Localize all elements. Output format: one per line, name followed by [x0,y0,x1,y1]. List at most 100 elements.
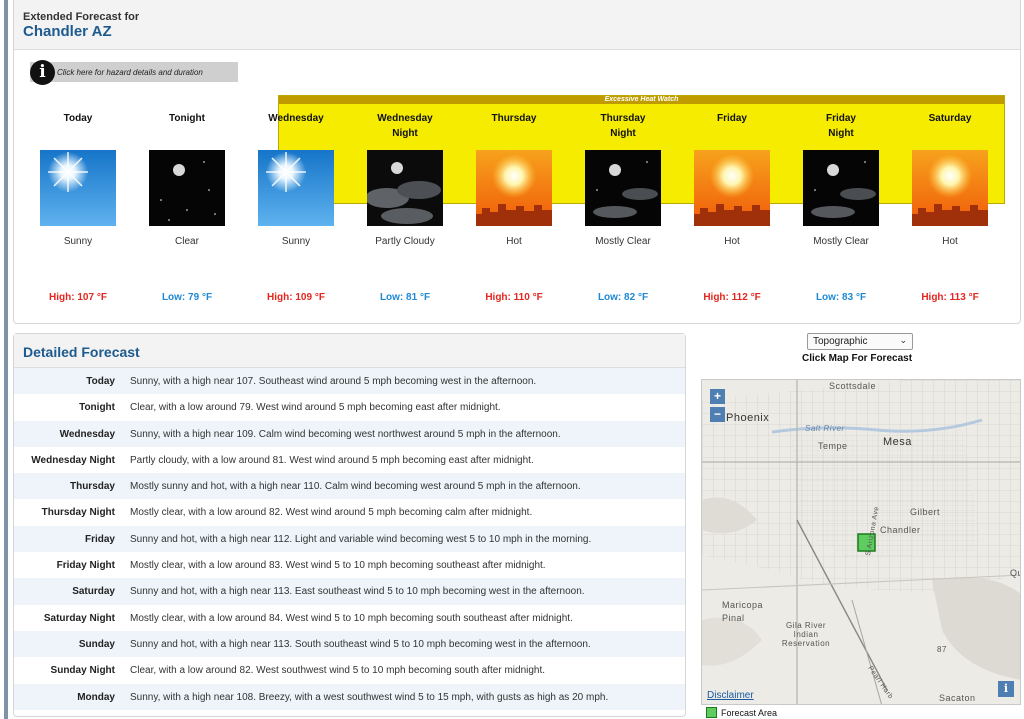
forecast-period: Saturday Hot High: 113 °F [900,0,1000,320]
hot-icon[interactable] [476,150,552,226]
forecast-period: Friday Night Mostly Clear Low: 83 °F [791,0,891,320]
detailed-forecast-row: Monday Sunny, with a high near 108. Breez… [14,683,685,710]
left-page-border [4,0,8,719]
forecast-period: Wednesday Sunny High: 109 °F [246,0,346,320]
forecast-area-legend-label: Forecast Area [721,708,778,718]
row-period-label: Wednesday [59,428,115,440]
period-short-forecast: Mostly Clear [813,236,869,247]
map-hint: Click Map For Forecast [802,353,913,364]
zoom-in-button[interactable]: + [710,389,725,404]
zoom-out-button[interactable]: − [710,407,725,422]
high-temperature: High: 109 °F [267,292,325,303]
map-label-tempe: Tempe [818,441,848,451]
detailed-forecast-title: Detailed Forecast [23,344,140,360]
map-label-mesa: Mesa [883,436,912,448]
high-temperature: High: 110 °F [485,292,543,303]
detailed-forecast-row: Today Sunny, with a high near 107. Southe… [14,368,685,395]
row-forecast-text: Sunny, with a high near 109. Calm wind b… [130,428,561,440]
high-temperature: High: 113 °F [921,292,979,303]
map-label-edge: Qu [1010,568,1020,578]
partly-cloudy-night-icon[interactable] [367,150,443,226]
forecast-period: Thursday Night Mostly Clear Low: 82 °F [573,0,673,320]
low-temperature: Low: 83 °F [815,292,867,303]
high-temperature: High: 107 °F [49,292,107,303]
detailed-forecast-panel: Detailed Forecast Today Sunny, with a hig… [13,333,686,717]
row-period-label: Friday [84,533,115,545]
detailed-forecast-header: Detailed Forecast [14,334,685,368]
disclaimer-link[interactable]: Disclaimer [707,690,754,701]
low-temperature: Low: 82 °F [597,292,649,303]
row-period-label: Wednesday Night [31,454,115,466]
period-short-forecast: Sunny [63,236,93,247]
map-label-pinal: Pinal [722,613,745,623]
mostly-clear-night-icon[interactable] [585,150,661,226]
detailed-forecast-row: Friday Night Mostly clear, with a low aro… [14,552,685,578]
row-period-label: Sunday Night [50,665,115,677]
map-label-scottsdale: Scottsdale [829,381,877,391]
row-period-label: Sunday [78,638,115,650]
mostly-clear-night-icon[interactable] [803,150,879,226]
map-label-chandler: Chandler [880,525,921,535]
sunny-icon[interactable] [40,150,116,226]
clear-night-icon[interactable] [149,150,225,226]
row-forecast-text: Clear, with a low around 79. West wind a… [130,402,501,414]
row-forecast-text: Mostly sunny and hot, with a high near 1… [130,481,581,493]
forecast-period: Wednesday Night Partly Cloudy Low: 81 °F [355,0,455,320]
basemap-select-value: Topographic [813,336,868,347]
map-label-sacaton: Sacaton [939,693,976,703]
map-label-salt-river: Salt River [805,424,845,433]
map-info-button[interactable]: i [998,681,1014,697]
row-forecast-text: Partly cloudy, with a low around 81. Wes… [130,454,534,466]
detailed-forecast-row: Wednesday Night Partly cloudy, with a low… [14,447,685,473]
chevron-down-icon: ⌄ [899,335,907,345]
forecast-map[interactable]: + − Scottsdale Phoenix Salt River Tempe … [701,379,1021,705]
forecast-area-legend-swatch [706,707,717,718]
map-label-phoenix: Phoenix [726,412,770,424]
period-name: Saturday [928,113,972,124]
row-period-label: Thursday [69,481,115,493]
map-label-maricopa: Maricopa [722,600,764,610]
row-forecast-text: Sunny, with a high near 108. Breezy, wit… [130,691,609,703]
row-forecast-text: Sunny and hot, with a high near 112. Lig… [130,533,592,545]
low-temperature: Low: 79 °F [161,292,213,303]
period-name: Thursday [491,113,537,124]
row-period-label: Tonight [79,402,115,414]
period-name: Today [63,113,93,124]
low-temperature: Low: 81 °F [379,292,431,303]
sunny-icon[interactable] [258,150,334,226]
detailed-forecast-row: Thursday Mostly sunny and hot, with a hig… [14,473,685,500]
row-period-label: Today [86,376,115,387]
period-short-forecast: Mostly Clear [595,236,651,247]
row-period-label: Thursday Night [41,507,115,519]
period-name: Wednesday Night [377,113,433,139]
row-forecast-text: Sunny and hot, with a high near 113. Sou… [130,638,591,650]
period-short-forecast: Clear [175,236,199,247]
period-short-forecast: Partly Cloudy [375,236,435,247]
row-forecast-text: Sunny, with a high near 107. Southeast w… [130,376,537,387]
hot-icon[interactable] [912,150,988,226]
period-name: Friday Night [825,113,856,139]
map-base [702,380,1020,704]
map-label-gilbert: Gilbert [910,507,941,517]
detailed-forecast-row: Friday Sunny and hot, with a high near 11… [14,525,685,553]
extended-forecast-panel: Extended Forecast for Chandler AZ i Clic… [13,0,1021,324]
row-forecast-text: Mostly clear, with a low around 83. West… [130,560,546,572]
period-name: Thursday Night [600,113,646,139]
forecast-period: Thursday Hot High: 110 °F [464,0,564,320]
detailed-forecast-row: Thursday Night Mostly clear, with a low a… [14,499,685,525]
period-short-forecast: Hot [724,236,740,247]
forecast-period: Friday Hot High: 112 °F [682,0,782,320]
detailed-forecast-row: Sunday Night Clear, with a low around 82.… [14,657,685,683]
detailed-forecast-row: Tonight Clear, with a low around 79. West… [14,394,685,420]
high-temperature: High: 112 °F [703,292,761,303]
period-name: Friday [716,113,747,124]
basemap-select[interactable]: Topographic ⌄ [807,333,913,350]
period-short-forecast: Sunny [281,236,311,247]
period-short-forecast: Hot [506,236,522,247]
hot-icon[interactable] [694,150,770,226]
period-short-forecast: Hot [942,236,958,247]
period-name: Tonight [169,113,205,124]
detailed-forecast-row: Saturday Night Mostly clear, with a low a… [14,605,685,631]
detailed-forecast-row: Sunday Sunny and hot, with a high near 11… [14,630,685,658]
forecast-period: Today Sunny High: 107 °F [28,0,128,320]
